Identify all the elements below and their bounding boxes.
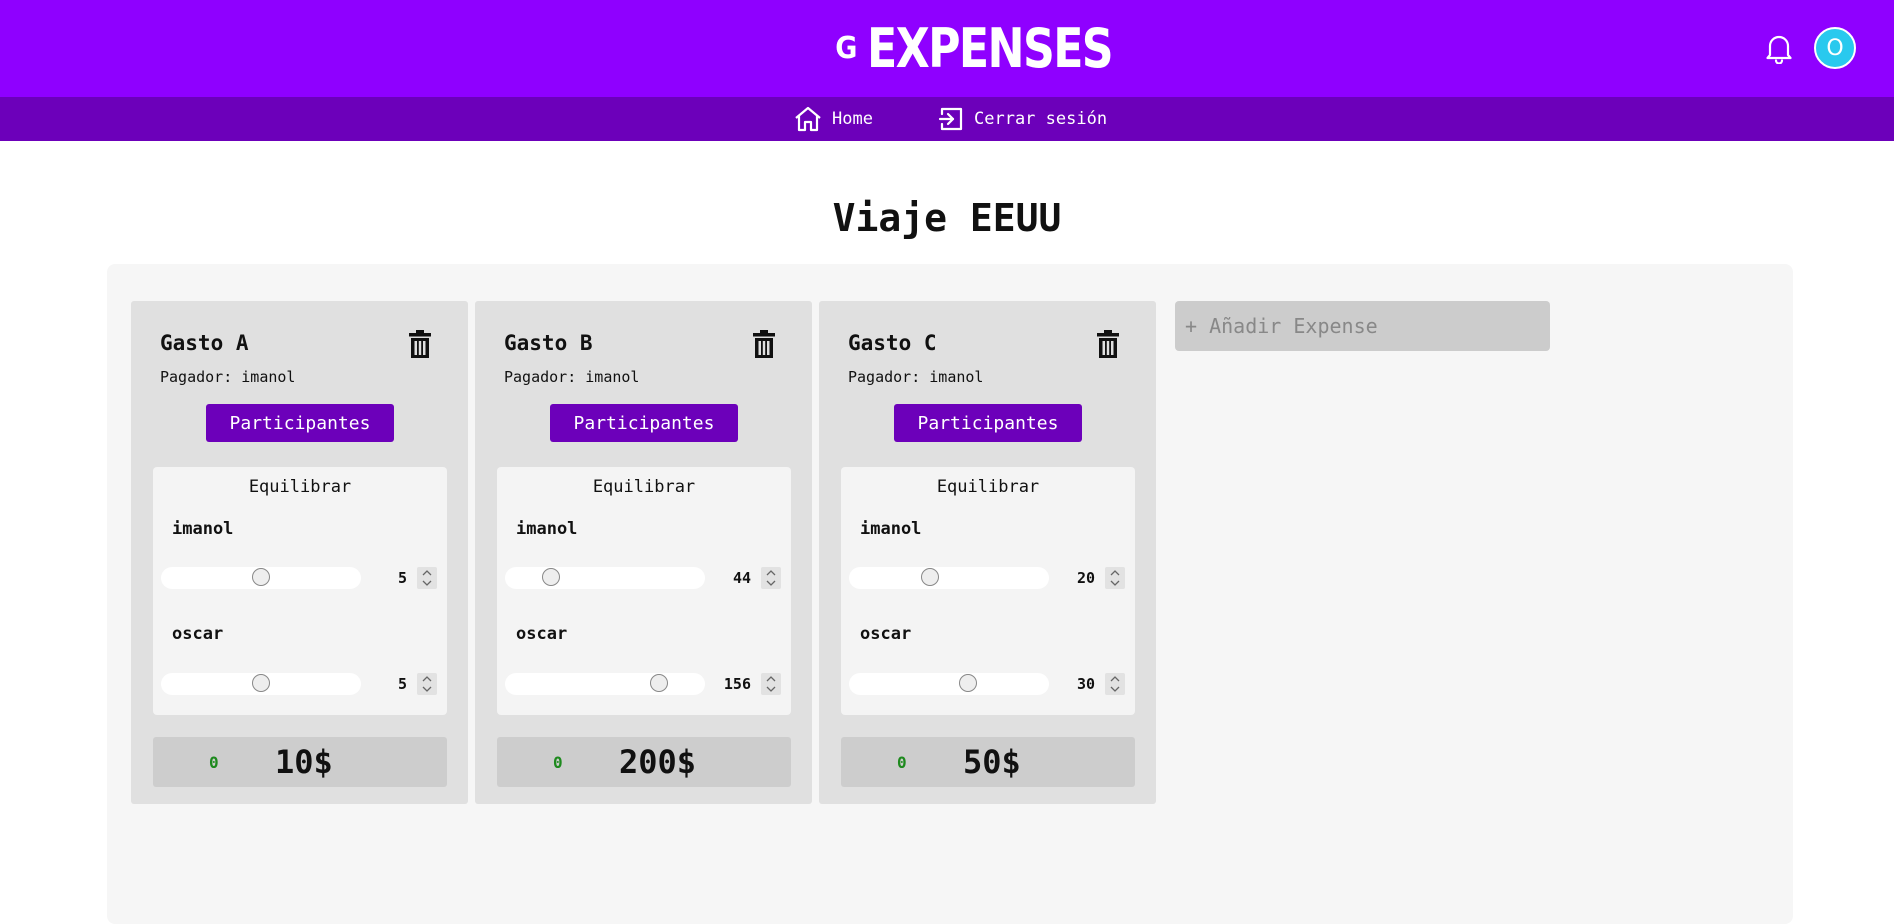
trash-icon[interactable]	[1097, 330, 1119, 358]
participants-button[interactable]: Participantes	[894, 404, 1082, 442]
slider-thumb[interactable]	[252, 568, 270, 586]
nav-logout[interactable]: Cerrar sesión	[938, 97, 1107, 141]
expense-title: Gasto A	[160, 331, 249, 355]
participant-name: imanol	[172, 519, 234, 539]
share-slider[interactable]	[161, 567, 361, 589]
participants-button[interactable]: Participantes	[550, 404, 738, 442]
participant-name: imanol	[516, 519, 578, 539]
share-input[interactable]: 30	[1063, 675, 1095, 693]
balance-panel: Equilibrar imanol 44 oscar 156	[497, 467, 791, 715]
logo-mark: G	[835, 31, 858, 66]
slider-thumb[interactable]	[959, 674, 978, 692]
payer-label: Pagador: imanol	[848, 368, 984, 386]
share-input[interactable]: 20	[1063, 569, 1095, 587]
app-header: G EXPENSES O	[0, 0, 1894, 97]
expense-card: Gasto A Pagador: imanol Participantes Eq…	[131, 301, 468, 804]
payer-label: Pagador: imanol	[160, 368, 296, 386]
chevron-updown-icon[interactable]	[417, 673, 437, 695]
chevron-updown-icon[interactable]	[1105, 673, 1125, 695]
balance-panel: Equilibrar imanol 20 oscar 30	[841, 467, 1135, 715]
share-slider[interactable]	[849, 567, 1049, 589]
slider-thumb[interactable]	[649, 674, 668, 692]
expense-card: Gasto B Pagador: imanol Participantes Eq…	[475, 301, 812, 804]
share-slider[interactable]	[505, 673, 705, 695]
balance-panel: Equilibrar imanol 5 oscar 5	[153, 467, 447, 715]
total-bar: 0 10$	[153, 737, 447, 787]
expense-title: Gasto B	[504, 331, 593, 355]
share-input[interactable]: 44	[719, 569, 751, 587]
share-slider[interactable]	[849, 673, 1049, 695]
participant-name: oscar	[860, 624, 912, 644]
chevron-updown-icon[interactable]	[417, 567, 437, 589]
chevron-updown-icon[interactable]	[761, 673, 781, 695]
app-logo[interactable]: G EXPENSES	[834, 17, 1165, 80]
trash-icon[interactable]	[409, 330, 431, 358]
share-slider[interactable]	[505, 567, 705, 589]
expense-total: 10$	[275, 743, 333, 781]
nav-bar: Home Cerrar sesión	[0, 97, 1894, 141]
share-input[interactable]: 5	[375, 675, 407, 693]
nav-home-label: Home	[832, 109, 873, 129]
nav-home[interactable]: Home	[794, 97, 873, 141]
balance-status: 0	[209, 753, 219, 772]
balance-title: Equilibrar	[936, 477, 1040, 497]
nav-logout-label: Cerrar sesión	[974, 109, 1108, 129]
trash-icon[interactable]	[753, 330, 775, 358]
participants-button[interactable]: Participantes	[206, 404, 394, 442]
slider-thumb[interactable]	[920, 568, 939, 586]
expense-title: Gasto C	[848, 331, 937, 355]
expense-total: 200$	[619, 743, 697, 781]
logout-icon	[938, 107, 963, 131]
participant-name: imanol	[860, 519, 922, 539]
page-title: Viaje EEUU	[832, 196, 1062, 240]
total-bar: 0 50$	[841, 737, 1135, 787]
bell-icon[interactable]	[1764, 32, 1794, 64]
share-input[interactable]: 156	[719, 675, 751, 693]
chevron-updown-icon[interactable]	[1105, 567, 1125, 589]
slider-thumb[interactable]	[252, 674, 270, 692]
total-bar: 0 200$	[497, 737, 791, 787]
participant-name: oscar	[172, 624, 224, 644]
logo-text: EXPENSES	[866, 17, 1114, 80]
share-input[interactable]: 5	[375, 569, 407, 587]
expense-total: 50$	[963, 743, 1021, 781]
balance-status: 0	[897, 753, 907, 772]
payer-label: Pagador: imanol	[504, 368, 640, 386]
share-slider[interactable]	[161, 673, 361, 695]
chevron-updown-icon[interactable]	[761, 567, 781, 589]
expense-card: Gasto C Pagador: imanol Participantes Eq…	[819, 301, 1156, 804]
balance-title: Equilibrar	[248, 477, 352, 497]
slider-thumb[interactable]	[542, 568, 561, 586]
participant-name: oscar	[516, 624, 568, 644]
home-icon	[795, 106, 821, 132]
balance-title: Equilibrar	[592, 477, 696, 497]
balance-status: 0	[553, 753, 563, 772]
add-expense-button[interactable]: + Añadir Expense	[1175, 301, 1550, 351]
avatar[interactable]: O	[1814, 27, 1856, 69]
